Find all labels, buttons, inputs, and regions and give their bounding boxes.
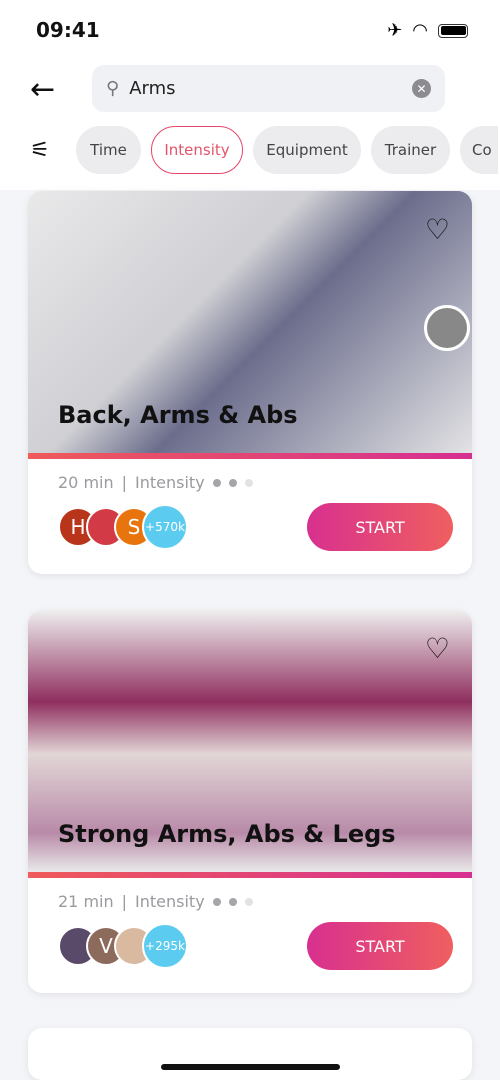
duration: 21 min	[58, 892, 114, 911]
airplane-icon: ✈	[387, 20, 403, 41]
workout-title: Strong Arms, Abs & Legs	[58, 820, 396, 848]
filter-chip-time[interactable]: Time	[76, 126, 141, 174]
progress-bar	[28, 453, 472, 459]
intensity-dot	[212, 897, 221, 906]
search-bar: ⚲ ✕	[92, 65, 445, 112]
filter-chip-trainer[interactable]: Trainer	[371, 126, 450, 174]
filter-chip-intensity[interactable]: Intensity	[151, 126, 243, 174]
start-button[interactable]: START	[307, 922, 453, 970]
participant-count: +295k	[142, 923, 188, 969]
filter-chips: ⚟ Time Intensity Equipment Trainer Co	[30, 126, 498, 174]
back-arrow-icon[interactable]: ←	[30, 72, 55, 107]
start-button[interactable]: START	[307, 503, 453, 551]
workout-card[interactable]: ♡ Strong Arms, Abs & Legs 21 min | Intens…	[28, 610, 472, 993]
intensity-label: Intensity	[135, 892, 205, 911]
intensity-label: Intensity	[135, 473, 205, 492]
participant-avatars: H S +570k	[58, 504, 188, 550]
workout-image: ♡ Back, Arms & Abs	[28, 191, 472, 453]
search-input[interactable]	[129, 78, 412, 99]
home-indicator	[161, 1064, 340, 1070]
intensity-dot	[212, 478, 221, 487]
participant-count: +570k	[142, 504, 188, 550]
heart-icon[interactable]: ♡	[425, 632, 450, 665]
filter-chip-more[interactable]: Co	[460, 126, 498, 174]
intensity-dot	[228, 478, 237, 487]
workout-image: ♡ Strong Arms, Abs & Legs	[28, 610, 472, 872]
workout-card[interactable]	[28, 1028, 472, 1080]
workout-meta: 20 min | Intensity	[58, 473, 253, 492]
workout-title: Back, Arms & Abs	[58, 401, 298, 429]
filter-chip-equipment[interactable]: Equipment	[253, 126, 361, 174]
search-icon: ⚲	[106, 78, 120, 99]
wifi-icon: ◠	[412, 20, 428, 41]
trainer-avatar	[424, 305, 470, 351]
heart-icon[interactable]: ♡	[425, 213, 450, 246]
status-bar: 09:41 ✈ ◠	[0, 0, 500, 60]
status-time: 09:41	[36, 18, 100, 42]
battery-icon	[438, 23, 468, 38]
intensity-dot	[244, 478, 253, 487]
workout-card[interactable]: ♡ Back, Arms & Abs 20 min | Intensity H S…	[28, 191, 472, 574]
intensity-dot	[228, 897, 237, 906]
search-header: ← ⚲ ✕ ⚟ Time Intensity Equipment Trainer…	[0, 60, 500, 190]
progress-bar	[28, 872, 472, 878]
clear-search-icon[interactable]: ✕	[412, 79, 431, 98]
intensity-dot	[244, 897, 253, 906]
workout-meta: 21 min | Intensity	[58, 892, 253, 911]
filter-sliders-icon[interactable]: ⚟	[30, 138, 66, 163]
duration: 20 min	[58, 473, 114, 492]
participant-avatars: V +295k	[58, 923, 188, 969]
